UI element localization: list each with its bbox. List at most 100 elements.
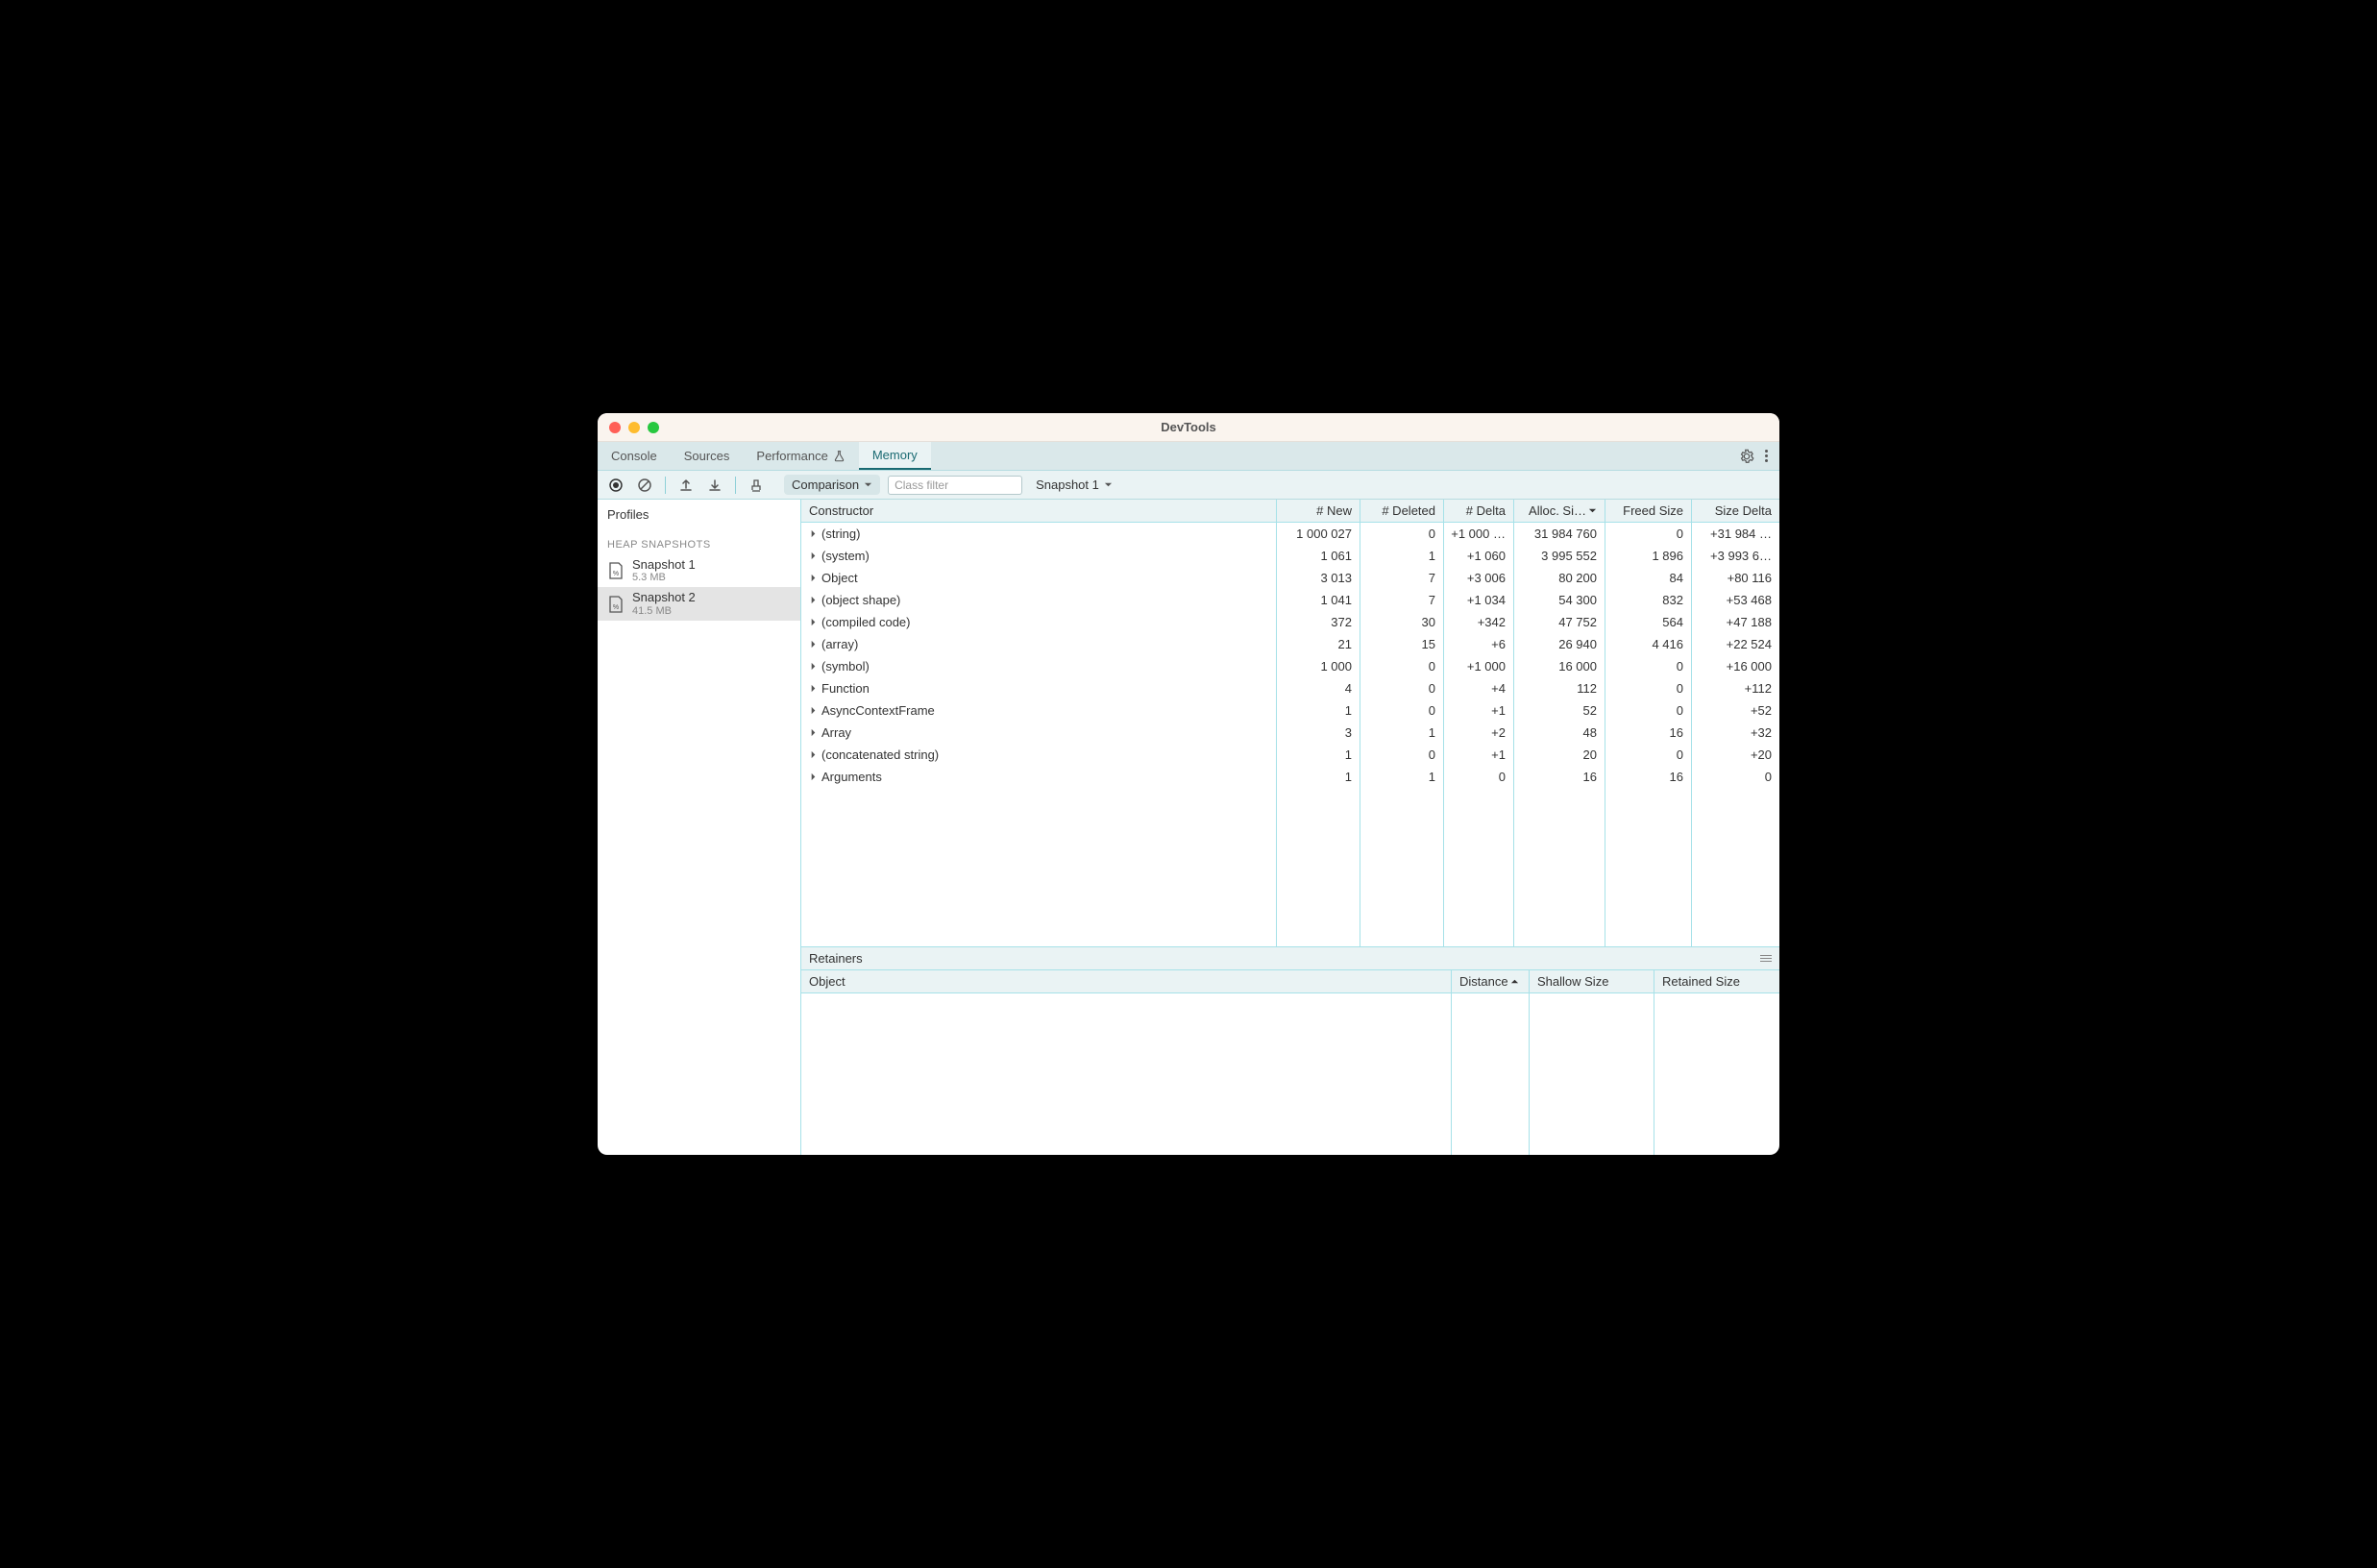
cell-alloc: 52: [1514, 699, 1605, 722]
tab-sources[interactable]: Sources: [671, 442, 744, 470]
settings-button[interactable]: [1732, 445, 1755, 468]
snapshot-item[interactable]: % Snapshot 1 5.3 MB: [598, 554, 800, 587]
cell-freed: 564: [1605, 611, 1692, 633]
save-button[interactable]: [704, 475, 725, 496]
snapshot-item[interactable]: % Snapshot 2 41.5 MB: [598, 587, 800, 620]
cell-alloc: 80 200: [1514, 567, 1605, 589]
flask-icon: [833, 450, 845, 462]
rcol-object[interactable]: Object: [801, 970, 1452, 992]
maximize-window-button[interactable]: [648, 422, 659, 433]
col-new[interactable]: # New: [1277, 500, 1360, 522]
cell-new: 21: [1277, 633, 1360, 655]
expand-arrow-icon[interactable]: [809, 684, 818, 693]
constructor-name: (array): [821, 637, 858, 651]
cell-size-delta: +16 000: [1692, 655, 1779, 677]
table-row[interactable]: Arguments 1 1 0 16 16 0: [801, 766, 1779, 788]
expand-arrow-icon[interactable]: [809, 728, 818, 737]
cell-freed: 84: [1605, 567, 1692, 589]
table-row[interactable]: Array 3 1 +2 48 16 +32: [801, 722, 1779, 744]
cell-deleted: 7: [1360, 567, 1444, 589]
dropdown-label: Comparison: [792, 478, 859, 492]
more-menu-button[interactable]: [1761, 450, 1772, 462]
cell-delta: +1: [1444, 699, 1514, 722]
divider: [665, 477, 666, 494]
expand-arrow-icon[interactable]: [809, 618, 818, 626]
cell-deleted: 0: [1360, 523, 1444, 545]
cell-size-delta: +22 524: [1692, 633, 1779, 655]
cell-delta: +6: [1444, 633, 1514, 655]
expand-arrow-icon[interactable]: [809, 772, 818, 781]
chevron-down-icon: [1104, 480, 1113, 489]
rcol-retained-size[interactable]: Retained Size: [1654, 970, 1779, 992]
retainers-body[interactable]: [801, 993, 1779, 1155]
tab-performance[interactable]: Performance: [743, 442, 858, 470]
table-row[interactable]: (system) 1 061 1 +1 060 3 995 552 1 896 …: [801, 545, 1779, 567]
table-row[interactable]: (string) 1 000 027 0 +1 000 … 31 984 760…: [801, 523, 1779, 545]
table-row[interactable]: (concatenated string) 1 0 +1 20 0 +20: [801, 744, 1779, 766]
rcol-shallow-size[interactable]: Shallow Size: [1530, 970, 1654, 992]
cell-constructor: (array): [801, 633, 1277, 655]
class-filter-input[interactable]: [888, 476, 1022, 495]
table-row[interactable]: AsyncContextFrame 1 0 +1 52 0 +52: [801, 699, 1779, 722]
base-snapshot-dropdown[interactable]: Snapshot 1: [1030, 478, 1118, 492]
expand-arrow-icon[interactable]: [809, 551, 818, 560]
cell-alloc: 16: [1514, 766, 1605, 788]
table-row[interactable]: Function 4 0 +4 112 0 +112: [801, 677, 1779, 699]
expand-arrow-icon[interactable]: [809, 706, 818, 715]
retainers-header: Object Distance Shallow Size Retained Si…: [801, 970, 1779, 993]
constructor-name: Arguments: [821, 770, 882, 784]
cell-freed: 0: [1605, 744, 1692, 766]
expand-arrow-icon[interactable]: [809, 529, 818, 538]
constructor-name: AsyncContextFrame: [821, 703, 935, 718]
col-deleted[interactable]: # Deleted: [1360, 500, 1444, 522]
cell-freed: 0: [1605, 523, 1692, 545]
retainers-title: Retainers: [809, 951, 863, 966]
cell-alloc: 48: [1514, 722, 1605, 744]
cell-deleted: 1: [1360, 766, 1444, 788]
tab-memory[interactable]: Memory: [859, 442, 931, 470]
panel-tabs: Console Sources Performance Memory: [598, 442, 1779, 471]
cell-constructor: (compiled code): [801, 611, 1277, 633]
clear-icon: [637, 478, 652, 493]
col-delta[interactable]: # Delta: [1444, 500, 1514, 522]
sort-desc-icon: [1588, 506, 1597, 515]
expand-arrow-icon[interactable]: [809, 662, 818, 671]
clear-button[interactable]: [634, 475, 655, 496]
expand-arrow-icon[interactable]: [809, 750, 818, 759]
table-row[interactable]: (compiled code) 372 30 +342 47 752 564 +…: [801, 611, 1779, 633]
tab-console[interactable]: Console: [598, 442, 671, 470]
close-window-button[interactable]: [609, 422, 621, 433]
cell-alloc: 112: [1514, 677, 1605, 699]
record-button[interactable]: [605, 475, 626, 496]
retainers-menu-button[interactable]: [1760, 955, 1772, 962]
col-size-delta[interactable]: Size Delta: [1692, 500, 1779, 522]
table-row[interactable]: (symbol) 1 000 0 +1 000 16 000 0 +16 000: [801, 655, 1779, 677]
snapshot-name: Snapshot 1: [632, 558, 696, 572]
expand-arrow-icon[interactable]: [809, 596, 818, 604]
cell-delta: +1 034: [1444, 589, 1514, 611]
cell-size-delta: 0: [1692, 766, 1779, 788]
rcol-distance[interactable]: Distance: [1452, 970, 1530, 992]
constructor-name: (compiled code): [821, 615, 911, 629]
expand-arrow-icon[interactable]: [809, 574, 818, 582]
expand-arrow-icon[interactable]: [809, 640, 818, 649]
load-button[interactable]: [675, 475, 697, 496]
cell-deleted: 0: [1360, 677, 1444, 699]
minimize-window-button[interactable]: [628, 422, 640, 433]
sort-asc-icon: [1510, 977, 1519, 986]
table-row[interactable]: (object shape) 1 041 7 +1 034 54 300 832…: [801, 589, 1779, 611]
table-body[interactable]: (string) 1 000 027 0 +1 000 … 31 984 760…: [801, 523, 1779, 946]
view-mode-dropdown[interactable]: Comparison: [784, 475, 880, 495]
table-row[interactable]: (array) 21 15 +6 26 940 4 416 +22 524: [801, 633, 1779, 655]
col-alloc-size[interactable]: Alloc. Si…: [1514, 500, 1605, 522]
cell-freed: 832: [1605, 589, 1692, 611]
cell-freed: 16: [1605, 722, 1692, 744]
col-constructor[interactable]: Constructor: [801, 500, 1277, 522]
table-row[interactable]: Object 3 013 7 +3 006 80 200 84 +80 116: [801, 567, 1779, 589]
cell-constructor: (string): [801, 523, 1277, 545]
main-area: Profiles HEAP SNAPSHOTS % Snapshot 1 5.3…: [598, 500, 1779, 1155]
collect-garbage-button[interactable]: [746, 475, 767, 496]
cell-deleted: 1: [1360, 545, 1444, 567]
col-freed-size[interactable]: Freed Size: [1605, 500, 1692, 522]
constructor-name: (string): [821, 527, 860, 541]
